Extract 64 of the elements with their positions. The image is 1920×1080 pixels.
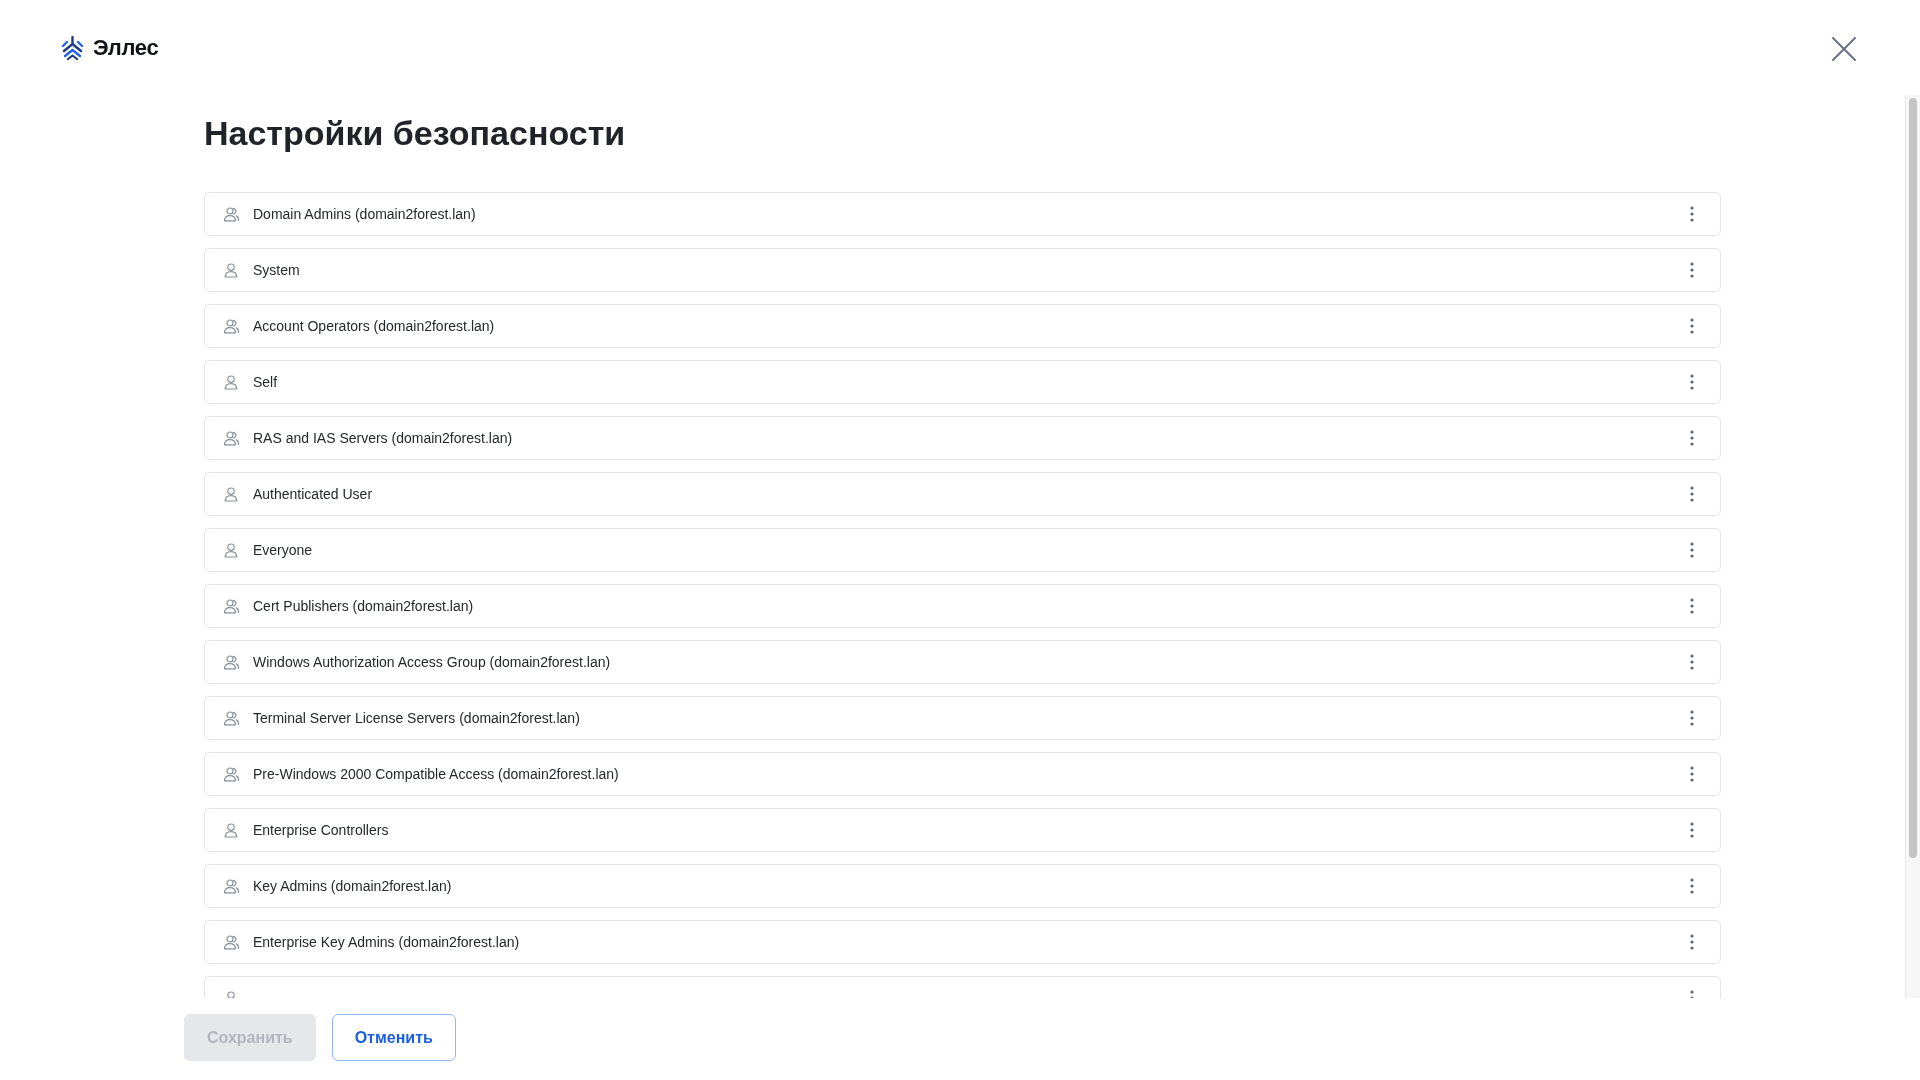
principal-name: Enterprise Controllers — [253, 820, 389, 840]
principal-name: Terminal Server License Servers (domain2forest.lan) — [253, 708, 580, 728]
list-item[interactable]: System — [204, 248, 1721, 292]
principal-name: Authenticated User — [253, 484, 373, 504]
users-icon — [223, 318, 239, 334]
vertical-dots-icon — [1690, 710, 1694, 726]
list-item[interactable]: Key Admins (domain2forest.lan) — [204, 864, 1721, 908]
principal-name: Self — [253, 372, 278, 392]
principal-name: Windows Authorization Access Group (domain2forest.lan) — [253, 652, 611, 672]
logo-text: Эллес — [93, 34, 159, 62]
principal-name: RAS and IAS Servers (domain2forest.lan) — [253, 428, 513, 448]
vertical-dots-icon — [1690, 654, 1694, 670]
vertical-dots-icon — [1690, 430, 1694, 446]
close-button[interactable] — [1830, 34, 1858, 63]
users-icon — [223, 654, 239, 670]
close-icon — [1832, 36, 1856, 61]
list-item[interactable]: Enterprise Key Admins (domain2forest.lan) — [204, 920, 1721, 964]
list-item[interactable]: Terminal Server License Servers (domain2forest.lan) — [204, 696, 1721, 740]
vertical-dots-icon — [1690, 822, 1694, 838]
principal-name: Key Admins (domain2forest.lan) — [253, 876, 452, 896]
principal-name: Domain Admins (domain2forest.lan) — [253, 204, 476, 224]
list-item[interactable]: Windows Authorization Access Group (domain2forest.lan) — [204, 640, 1721, 684]
vertical-dots-icon — [1690, 206, 1694, 222]
user-icon — [223, 822, 239, 838]
scrollbar[interactable] — [1905, 95, 1920, 998]
user-icon — [223, 542, 239, 558]
users-icon — [223, 598, 239, 614]
principal-name: Enterprise Key Admins (domain2forest.lan) — [253, 932, 520, 952]
list-item[interactable]: Pre-Windows 2000 Compatible Access (domain2forest.lan) — [204, 752, 1721, 796]
vertical-dots-icon — [1690, 374, 1694, 390]
vertical-dots-icon — [1690, 262, 1694, 278]
users-icon — [223, 766, 239, 782]
principal-name: Everyone — [253, 540, 313, 560]
list-item[interactable]: Everyone — [204, 528, 1721, 572]
principal-name: Cert Publishers (domain2forest.lan) — [253, 596, 474, 616]
list-item[interactable]: Domain Admins (domain2forest.lan) — [204, 192, 1721, 236]
list-item[interactable]: Authenticated User — [204, 472, 1721, 516]
users-icon — [223, 430, 239, 446]
list-item[interactable]: Account Operators (domain2forest.lan) — [204, 304, 1721, 348]
principal-name: Account Operators (domain2forest.lan) — [253, 316, 495, 336]
user-icon — [223, 262, 239, 278]
vertical-dots-icon — [1690, 766, 1694, 782]
vertical-dots-icon — [1690, 542, 1694, 558]
list-item[interactable]: Enterprise Controllers — [204, 808, 1721, 852]
users-icon — [223, 934, 239, 950]
vertical-dots-icon — [1690, 878, 1694, 894]
user-icon — [223, 374, 239, 390]
scrollbar-thumb[interactable] — [1909, 98, 1917, 858]
vertical-dots-icon — [1690, 486, 1694, 502]
principal-name: System — [253, 260, 300, 280]
users-icon — [223, 710, 239, 726]
page-title: Настройки безопасности — [204, 113, 627, 154]
cancel-button[interactable]: Отменить — [331, 1014, 456, 1061]
principal-name: Pre-Windows 2000 Compatible Access (domain2forest.lan) — [253, 764, 619, 784]
vertical-dots-icon — [1690, 598, 1694, 614]
list-item[interactable]: RAS and IAS Servers (domain2forest.lan) — [204, 416, 1721, 460]
logo-icon — [60, 35, 85, 60]
user-icon — [223, 486, 239, 502]
list-item[interactable]: Cert Publishers (domain2forest.lan) — [204, 584, 1721, 628]
users-icon — [223, 878, 239, 894]
users-icon — [223, 206, 239, 222]
list-item[interactable]: Self — [204, 360, 1721, 404]
vertical-dots-icon — [1690, 934, 1694, 950]
vertical-dots-icon — [1690, 318, 1694, 334]
